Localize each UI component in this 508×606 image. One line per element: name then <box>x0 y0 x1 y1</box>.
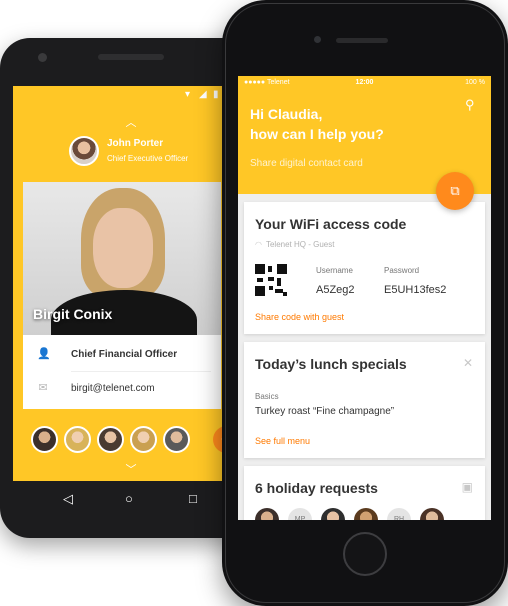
holiday-card: 6 holiday requests ▣ MP RH <box>244 466 485 520</box>
share-contact-card-link[interactable]: Share digital contact card <box>250 158 363 169</box>
see-full-menu-link[interactable]: See full menu <box>255 436 310 446</box>
front-camera <box>38 53 47 62</box>
divider <box>71 371 211 372</box>
email-address[interactable]: birgit@telenet.com <box>71 383 155 394</box>
holiday-card-title: 6 holiday requests <box>255 480 378 496</box>
lunch-item: Turkey roast “Fine champagne” <box>255 406 395 417</box>
home-icon[interactable]: ○ <box>125 492 133 506</box>
avatar-initials[interactable]: RH <box>387 508 411 520</box>
battery-level: 100 % <box>465 79 485 86</box>
wifi-network-name: Telenet HQ - Guest <box>265 240 335 249</box>
person-avatar[interactable] <box>31 426 58 453</box>
avatar[interactable] <box>321 508 345 520</box>
briefcase-icon: ▣ <box>461 480 473 494</box>
recents-icon[interactable]: □ <box>189 492 197 506</box>
chevron-up-icon[interactable]: ︿ <box>13 114 249 130</box>
greeting: Hi Claudia, how can I help you? <box>250 104 450 144</box>
people-strip: +3 <box>31 426 249 456</box>
job-title-row: 👤 Chief Financial Officer <box>23 339 221 371</box>
home-button[interactable] <box>343 532 387 576</box>
username-label: Username <box>316 266 353 275</box>
wifi-card-title: Your WiFi access code <box>255 216 407 232</box>
iphone: ●●●●● Telenet 12:00 100 % Hi Claudia, ho… <box>222 0 508 606</box>
front-camera <box>314 36 321 43</box>
job-title: Chief Financial Officer <box>71 349 178 360</box>
earpiece-speaker <box>336 38 388 43</box>
password-label: Password <box>384 266 420 275</box>
email-row[interactable]: ✉ birgit@telenet.com <box>23 373 221 405</box>
android-screen: ▾ ◢ ▮ ︿ John Porter Chief Executive Offi… <box>13 86 249 481</box>
share-code-link[interactable]: Share code with guest <box>255 312 344 322</box>
mail-icon: ✉ <box>38 382 48 394</box>
profile-info-card: 👤 Chief Financial Officer ✉ birgit@telen… <box>23 335 221 409</box>
username-value: A5Zeg2 <box>316 284 355 296</box>
avatar-initials[interactable]: MP <box>288 508 312 520</box>
lunch-category: Basics <box>255 392 279 401</box>
wifi-icon: ▾ <box>185 89 191 100</box>
app-showcase: ▾ ◢ ▮ ︿ John Porter Chief Executive Offi… <box>0 0 508 606</box>
contact-name: John Porter <box>107 138 164 149</box>
greeting-line-2: how can I help you? <box>250 126 384 142</box>
person-avatar[interactable] <box>163 426 190 453</box>
search-icon[interactable]: ⚲ <box>465 98 479 112</box>
battery-icon: ▮ <box>213 89 219 100</box>
person-avatar[interactable] <box>64 426 91 453</box>
card-icon: ⧉ <box>450 183 460 198</box>
avatar[interactable] <box>354 508 378 520</box>
contact-role: Chief Executive Officer <box>107 154 189 163</box>
android-nav-bar: ◁ ○ □ <box>13 482 249 522</box>
person-avatar[interactable] <box>130 426 157 453</box>
password-value: E5UH13fes2 <box>384 284 447 296</box>
android-status-bar: ▾ ◢ ▮ <box>13 86 249 104</box>
avatar <box>69 136 99 166</box>
back-icon[interactable]: ◁ <box>63 492 73 506</box>
chevron-down-icon[interactable]: ﹀ <box>13 461 249 477</box>
wifi-card: Your WiFi access code ◠ Telenet HQ - Gues… <box>244 202 485 334</box>
qr-code <box>255 264 287 296</box>
ios-status-bar: ●●●●● Telenet 12:00 100 % <box>238 76 491 90</box>
person-icon: 👤 <box>37 348 51 360</box>
avatar[interactable] <box>420 508 444 520</box>
contact-card-button[interactable]: ⧉ <box>436 172 474 210</box>
wifi-network: ◠ Telenet HQ - Guest <box>255 240 334 249</box>
cutlery-icon: ✕ <box>462 356 473 370</box>
lunch-card-title: Today’s lunch specials <box>255 356 407 372</box>
profile-photo: Birgit Conix <box>23 182 221 335</box>
profile-name: Birgit Conix <box>33 306 113 322</box>
avatar[interactable] <box>255 508 279 520</box>
signal-icon: ◢ <box>199 89 207 100</box>
iphone-screen: ●●●●● Telenet 12:00 100 % Hi Claudia, ho… <box>238 76 491 520</box>
earpiece-speaker <box>98 54 164 60</box>
lunch-card: Today’s lunch specials ✕ Basics Turkey r… <box>244 342 485 458</box>
wifi-icon: ◠ <box>255 240 262 249</box>
greeting-line-1: Hi Claudia, <box>250 106 323 122</box>
person-avatar[interactable] <box>97 426 124 453</box>
status-time: 12:00 <box>355 79 374 86</box>
